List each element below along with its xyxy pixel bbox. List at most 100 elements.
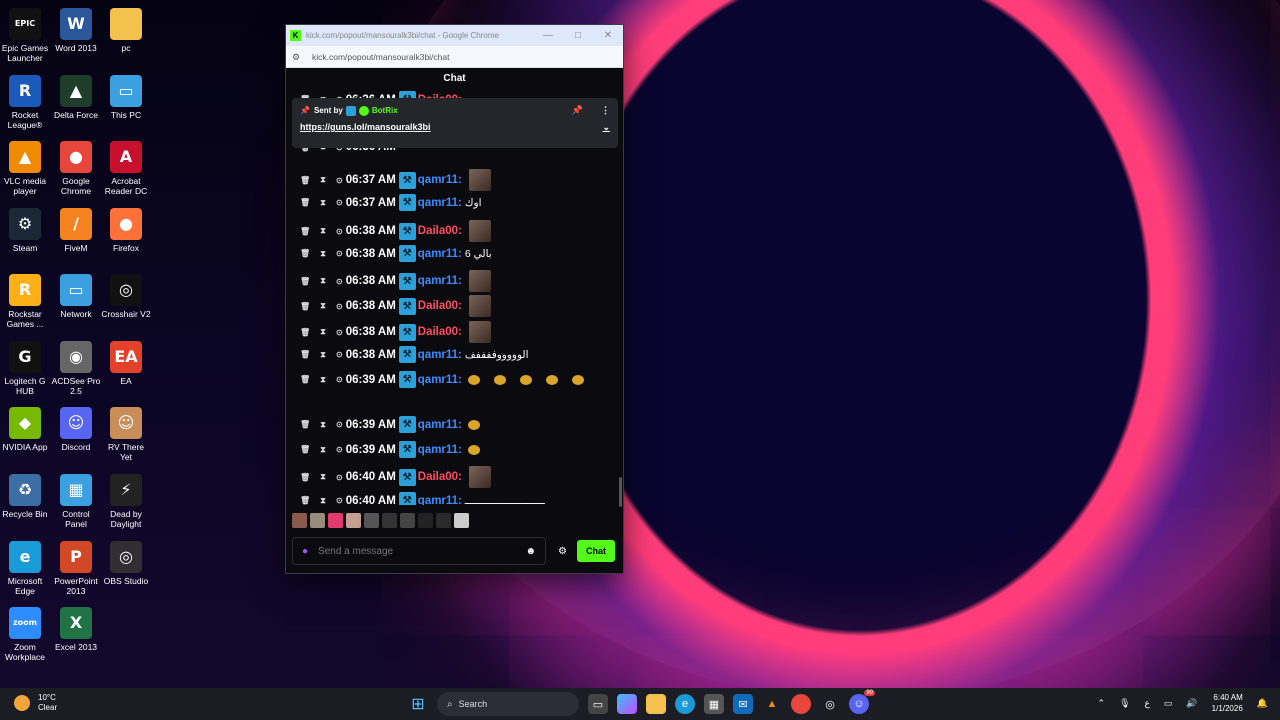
chat-message-list[interactable]: 🗑 ⧗ ⊙ 06:36 AM ⚒ Daila00: 🗑 ⧗ ⊙ 06:36 AM… <box>286 91 624 505</box>
volume-icon[interactable]: 🔊 <box>1186 698 1197 709</box>
site-settings-icon[interactable]: ⚙ <box>292 52 304 62</box>
network-icon[interactable]: ▭ <box>1164 698 1173 709</box>
delete-icon[interactable]: 🗑 <box>300 420 310 429</box>
taskbar-clock[interactable]: 6:40 AM 1/1/2026 <box>1212 692 1243 714</box>
delete-icon[interactable]: 🗑 <box>300 328 310 337</box>
timeout-icon[interactable]: ⧗ <box>318 276 328 286</box>
emote-thumb[interactable] <box>418 513 433 528</box>
task-view-icon[interactable]: ▭ <box>588 694 608 714</box>
chat-message-input[interactable] <box>318 545 526 557</box>
message-username[interactable]: qamr11: <box>418 495 462 506</box>
message-username[interactable]: qamr11: <box>418 349 462 361</box>
desktop-icon[interactable]: A Acrobat Reader DC <box>101 141 151 196</box>
store-icon[interactable]: ▦ <box>704 694 724 714</box>
delete-icon[interactable]: 🗑 <box>300 249 310 258</box>
delete-icon[interactable]: 🗑 <box>300 277 310 286</box>
delete-icon[interactable]: 🗑 <box>300 473 310 482</box>
emote-thumb[interactable] <box>328 513 343 528</box>
desktop-icon[interactable]: pc <box>101 8 151 53</box>
delete-icon[interactable]: 🗑 <box>300 198 310 207</box>
timeout-icon[interactable]: ⧗ <box>318 420 328 430</box>
start-windows-icon[interactable]: ⊞ <box>408 694 428 714</box>
emote-thumb[interactable] <box>292 513 307 528</box>
chevron-up-icon[interactable]: ⌃ <box>1098 698 1106 709</box>
timeout-icon[interactable]: ⧗ <box>318 175 328 185</box>
minimize-button[interactable]: — <box>533 30 563 41</box>
more-options-icon[interactable]: ⋮ <box>601 105 610 116</box>
timeout-icon[interactable]: ⧗ <box>318 226 328 236</box>
desktop-icon[interactable]: ☺ RV There Yet <box>101 407 151 462</box>
pinned-link[interactable]: https://guns.lol/mansouralk3bi <box>300 122 431 133</box>
desktop-icon[interactable]: W Word 2013 <box>51 8 101 53</box>
desktop-icon[interactable]: ◆ NVIDIA App <box>0 407 50 452</box>
chrome-icon[interactable] <box>791 694 811 714</box>
desktop-icon[interactable]: ▦ Control Panel <box>51 474 101 529</box>
chat-scrollbar[interactable] <box>619 477 622 507</box>
delete-icon[interactable]: 🗑 <box>300 302 310 311</box>
message-username[interactable]: qamr11: <box>418 197 462 209</box>
language-icon[interactable]: ع <box>1145 698 1150 709</box>
desktop-icon[interactable]: EPIC Epic Games Launcher <box>0 8 50 63</box>
message-username[interactable]: Daila00: <box>418 300 462 312</box>
unpin-icon[interactable]: 📌 <box>572 105 583 116</box>
emote-thumb[interactable] <box>436 513 451 528</box>
delete-icon[interactable]: 🗑 <box>300 445 310 454</box>
file-explorer-icon[interactable] <box>646 694 666 714</box>
taskbar-search[interactable]: ⌕ Search <box>437 692 579 716</box>
send-chat-button[interactable]: Chat <box>576 540 615 562</box>
chat-input-container[interactable]: ● ☻ <box>292 537 546 565</box>
vlc-icon[interactable]: ▲ <box>762 694 782 714</box>
delete-icon[interactable]: 🗑 <box>300 176 310 185</box>
delete-icon[interactable]: 🗑 <box>300 227 310 236</box>
timeout-icon[interactable]: ⧗ <box>318 472 328 482</box>
desktop-icon[interactable]: P PowerPoint 2013 <box>51 541 101 596</box>
timeout-icon[interactable]: ⧗ <box>318 375 328 385</box>
timeout-icon[interactable]: ⧗ <box>318 350 328 360</box>
message-username[interactable]: Daila00: <box>418 471 462 483</box>
emote-thumb[interactable] <box>310 513 325 528</box>
desktop-icon[interactable]: X Excel 2013 <box>51 607 101 652</box>
desktop-icon[interactable]: ▲ Delta Force <box>51 75 101 120</box>
copilot-icon[interactable] <box>617 694 637 714</box>
delete-icon[interactable]: 🗑 <box>300 375 310 384</box>
desktop-icon[interactable]: ● Google Chrome <box>51 141 101 196</box>
emoji-picker-icon[interactable]: ☻ <box>525 546 536 557</box>
timeout-icon[interactable]: ⧗ <box>318 496 328 506</box>
edge-icon[interactable]: e <box>675 694 695 714</box>
desktop-icon[interactable]: ☺ Discord <box>51 407 101 452</box>
chevron-down-icon[interactable]: ⌄ <box>602 122 610 133</box>
chat-settings-gear-icon[interactable]: ⚙ <box>558 546 567 557</box>
pinned-message[interactable]: 📌 Sent by BotRix 📌 ⋮ https://guns.lol/ma… <box>292 98 618 148</box>
desktop-icon[interactable]: EA EA <box>101 341 151 386</box>
message-username[interactable]: Daila00: <box>418 225 462 237</box>
window-titlebar[interactable]: K kick.com/popout/mansouralk3bi/chat - G… <box>286 25 623 46</box>
discord-icon[interactable]: ☺ 99 <box>849 690 875 714</box>
desktop-icon[interactable]: ♻ Recycle Bin <box>0 474 50 519</box>
timeout-icon[interactable]: ⧗ <box>318 198 328 208</box>
desktop-icon[interactable]: ◉ ACDSee Pro 2.5 <box>51 341 101 396</box>
emote-thumb[interactable] <box>364 513 379 528</box>
emote-thumb[interactable] <box>382 513 397 528</box>
maximize-button[interactable]: □ <box>563 30 593 41</box>
desktop-icon[interactable]: ⚙ Steam <box>0 208 50 253</box>
desktop-icon[interactable]: e Microsoft Edge <box>0 541 50 596</box>
desktop-icon[interactable]: zoom Zoom Workplace <box>0 607 50 662</box>
desktop-icon[interactable]: ▲ VLC media player <box>0 141 50 196</box>
message-username[interactable]: qamr11: <box>418 275 462 287</box>
desktop-icon[interactable]: ▭ This PC <box>101 75 151 120</box>
crosshair-icon[interactable]: ◎ <box>820 694 840 714</box>
close-button[interactable]: ✕ <box>593 30 623 41</box>
emote-thumb[interactable] <box>400 513 415 528</box>
mail-icon[interactable]: ✉ <box>733 694 753 714</box>
desktop-icon[interactable]: ● Firefox <box>101 208 151 253</box>
message-username[interactable]: qamr11: <box>418 248 462 260</box>
message-username[interactable]: Daila00: <box>418 326 462 338</box>
timeout-icon[interactable]: ⧗ <box>318 249 328 259</box>
desktop-icon[interactable]: G Logitech G HUB <box>0 341 50 396</box>
desktop-icon[interactable]: / FiveM <box>51 208 101 253</box>
desktop-icon[interactable]: R Rocket League® <box>0 75 50 130</box>
delete-icon[interactable]: 🗑 <box>300 350 310 359</box>
desktop-icon[interactable]: ⚡ Dead by Daylight <box>101 474 151 529</box>
weather-widget[interactable]: 10°C Clear <box>14 693 57 713</box>
message-username[interactable]: qamr11: <box>418 374 462 386</box>
